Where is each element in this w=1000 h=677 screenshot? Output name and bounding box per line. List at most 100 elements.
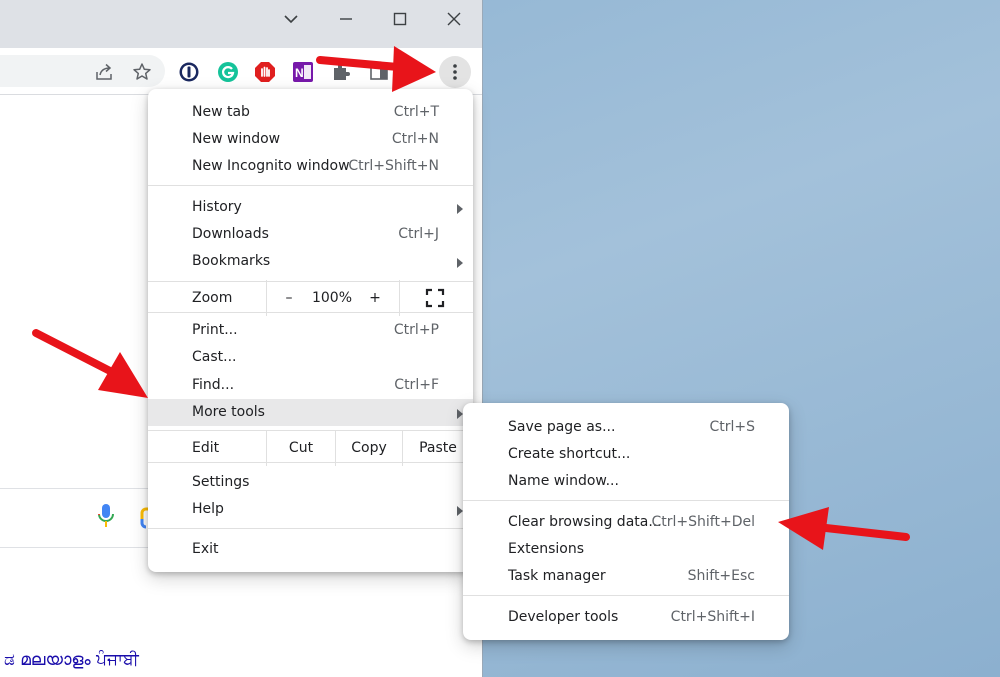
menu-item-shortcut: Ctrl+F: [394, 377, 439, 393]
menu-item-shortcut: Ctrl+N: [391, 131, 439, 147]
puzzle-icon: [334, 64, 350, 80]
menu-item-label: Task manager: [508, 568, 606, 584]
zoom-row: Zoom – 100% +: [148, 280, 473, 316]
menu-item-label: Create shortcut...: [508, 446, 631, 462]
menu-separator: [463, 595, 789, 596]
zoom-level: 100%: [311, 290, 353, 306]
share-icon: [96, 63, 112, 80]
menu-item-print[interactable]: Print... Ctrl+P: [148, 317, 473, 344]
menu-item-shortcut: Ctrl+Shift+N: [348, 158, 439, 174]
submenu-item-name-window[interactable]: Name window...: [463, 468, 789, 495]
maximize-button[interactable]: [382, 6, 418, 32]
maximize-icon: [393, 12, 407, 26]
menu-separator: [148, 185, 473, 186]
fullscreen-button[interactable]: [425, 288, 445, 308]
onenote-letter: N: [295, 66, 304, 80]
fullscreen-icon: [425, 288, 445, 308]
zoom-divider: [399, 280, 400, 316]
password-manager-icon: [179, 62, 199, 82]
menu-item-label: Exit: [192, 541, 219, 557]
menu-separator: [148, 312, 473, 313]
tab-search-button[interactable]: [273, 6, 309, 32]
extensions-button[interactable]: [330, 61, 352, 83]
menu-item-label: More tools: [192, 404, 265, 420]
submenu-item-clear-browsing-data[interactable]: Clear browsing data... Ctrl+Shift+Del: [463, 509, 789, 536]
menu-separator: [148, 281, 473, 282]
search-box[interactable]: [0, 488, 150, 548]
menu-item-bookmarks[interactable]: Bookmarks: [148, 248, 473, 275]
menu-item-new-incognito-window[interactable]: New Incognito window Ctrl+Shift+N: [148, 153, 473, 180]
menu-item-label: History: [192, 199, 242, 215]
menu-separator: [148, 462, 473, 463]
onenote-extension[interactable]: N: [292, 61, 314, 83]
title-bar: [0, 0, 482, 48]
grammarly-extension[interactable]: [217, 61, 239, 83]
zoom-in-button[interactable]: +: [362, 284, 388, 312]
menu-item-label: Help: [192, 501, 224, 517]
menu-item-label: Developer tools: [508, 609, 619, 625]
menu-item-cast[interactable]: Cast...: [148, 344, 473, 371]
onenote-icon: N: [293, 62, 313, 82]
close-button[interactable]: [436, 6, 472, 32]
menu-item-label: Extensions: [508, 541, 585, 557]
language-links[interactable]: ಡ മലയാളം ਪੰਜਾਬੀ: [4, 650, 139, 670]
grammarly-icon: [218, 62, 238, 82]
menu-item-shortcut: Ctrl+J: [398, 226, 439, 242]
side-panel-icon: [370, 64, 388, 80]
menu-item-label: New window: [192, 131, 281, 147]
more-tools-submenu: Save page as... Ctrl+S Create shortcut..…: [463, 403, 789, 640]
share-button[interactable]: [93, 61, 115, 83]
zoom-out-button[interactable]: –: [276, 284, 302, 312]
menu-item-more-tools[interactable]: More tools: [148, 399, 473, 426]
submenu-arrow-icon: [457, 258, 463, 268]
stop-hand-icon: [255, 62, 275, 82]
menu-item-history[interactable]: History: [148, 194, 473, 221]
submenu-item-extensions[interactable]: Extensions: [463, 536, 789, 563]
chevron-down-icon: [284, 15, 298, 24]
password-manager-extension[interactable]: [178, 61, 200, 83]
menu-item-new-window[interactable]: New window Ctrl+N: [148, 126, 473, 153]
submenu-item-create-shortcut[interactable]: Create shortcut...: [463, 441, 789, 468]
menu-item-label: Clear browsing data...: [508, 514, 662, 530]
menu-item-label: Cast...: [192, 349, 237, 365]
edit-row: Edit Cut Copy Paste: [148, 430, 473, 466]
submenu-item-save-page[interactable]: Save page as... Ctrl+S: [463, 414, 789, 441]
menu-item-label: Print...: [192, 322, 238, 338]
toolbar: N: [0, 48, 482, 95]
submenu-arrow-icon: [457, 204, 463, 214]
minimize-icon: [340, 18, 352, 20]
menu-item-downloads[interactable]: Downloads Ctrl+J: [148, 221, 473, 248]
menu-item-label: Bookmarks: [192, 253, 271, 269]
kebab-menu-icon: [453, 64, 457, 80]
bookmark-star-button[interactable]: [131, 61, 153, 83]
menu-item-settings[interactable]: Settings: [148, 469, 473, 496]
submenu-item-developer-tools[interactable]: Developer tools Ctrl+Shift+I: [463, 604, 789, 631]
menu-separator: [148, 528, 473, 529]
adblock-extension[interactable]: [254, 61, 276, 83]
side-panel-button[interactable]: [368, 61, 390, 83]
submenu-item-task-manager[interactable]: Task manager Shift+Esc: [463, 563, 789, 590]
menu-separator: [463, 500, 789, 501]
menu-item-shortcut: Ctrl+P: [393, 322, 439, 338]
menu-item-shortcut: Ctrl+T: [393, 104, 439, 120]
chrome-menu-button[interactable]: [439, 56, 471, 88]
menu-item-label: Name window...: [508, 473, 619, 489]
zoom-divider: [266, 280, 267, 316]
microphone-icon: [98, 504, 114, 527]
menu-item-shortcut: Ctrl+Shift+Del: [651, 514, 755, 530]
menu-item-find[interactable]: Find... Ctrl+F: [148, 372, 473, 399]
menu-item-label: Find...: [192, 377, 235, 393]
menu-item-shortcut: Ctrl+Shift+I: [670, 609, 755, 625]
menu-item-label: Save page as...: [508, 419, 616, 435]
menu-item-new-tab[interactable]: New tab Ctrl+T: [148, 99, 473, 126]
menu-item-exit[interactable]: Exit: [148, 536, 473, 563]
menu-item-label: New Incognito window: [192, 158, 350, 174]
minimize-button[interactable]: [328, 6, 364, 32]
copy-button[interactable]: Copy: [336, 434, 402, 462]
menu-separator: [148, 430, 473, 431]
cut-button[interactable]: Cut: [267, 434, 335, 462]
edit-label: Edit: [192, 440, 220, 456]
menu-item-help[interactable]: Help: [148, 496, 473, 523]
menu-item-label: Settings: [192, 474, 250, 490]
chrome-main-menu: New tab Ctrl+T New window Ctrl+N New Inc…: [148, 89, 473, 572]
